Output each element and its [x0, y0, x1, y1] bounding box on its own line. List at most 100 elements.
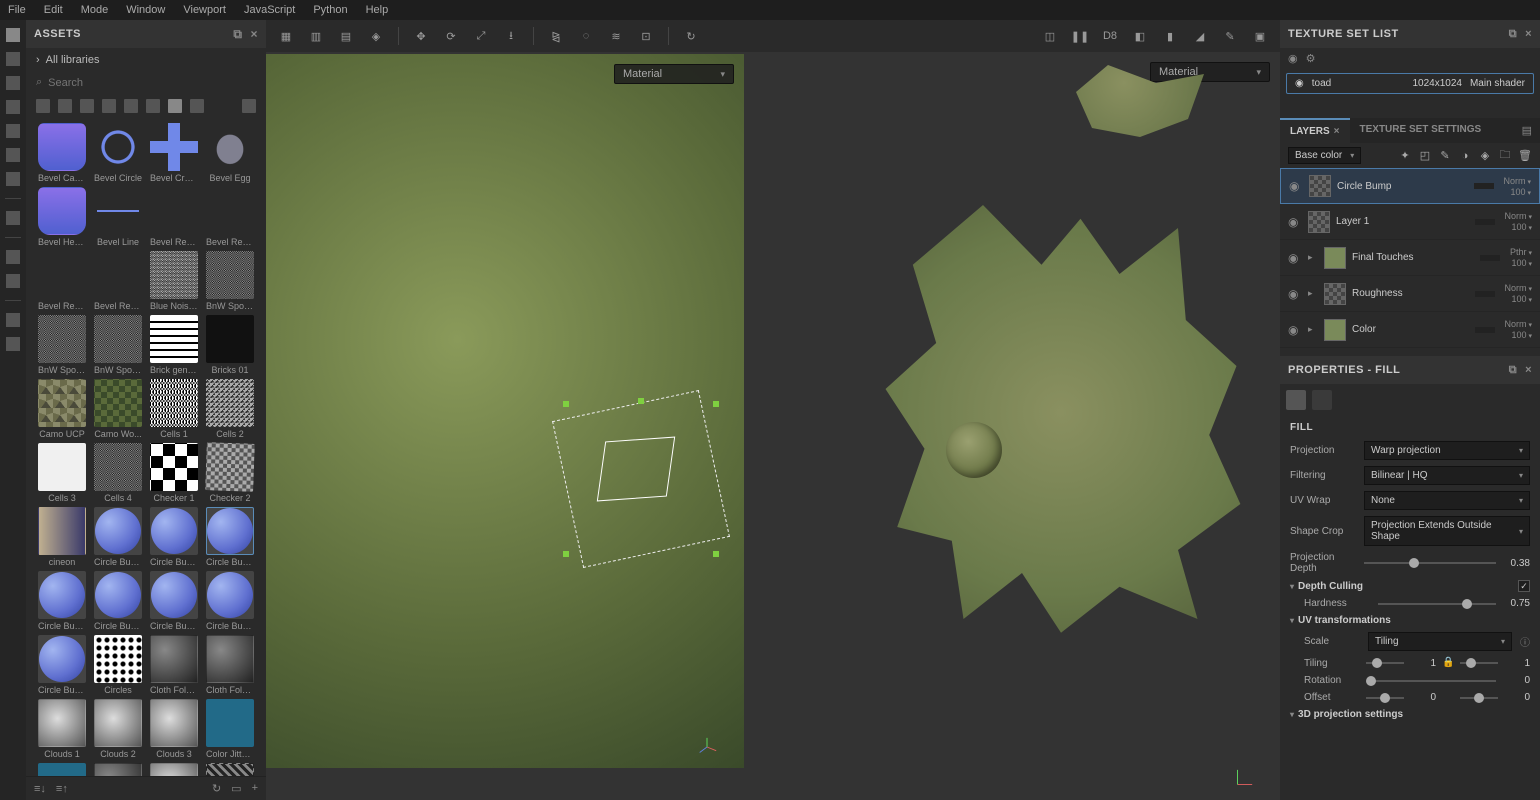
- toolbar-symmetry-icon[interactable]: ⧎: [544, 24, 568, 48]
- layer-visibility-icon[interactable]: ◉: [1288, 323, 1302, 337]
- eraser-tool-icon[interactable]: [6, 52, 20, 66]
- layer-visibility-icon[interactable]: ◉: [1289, 179, 1303, 193]
- layer-addfill-icon[interactable]: ✎: [1438, 149, 1452, 163]
- layer-row[interactable]: ◉Circle BumpNorm100: [1280, 168, 1540, 204]
- ts-settings-icon[interactable]: ⚙: [1306, 52, 1316, 65]
- assets-search-input[interactable]: [48, 77, 256, 89]
- asset-item[interactable]: Circle Bum...: [37, 571, 87, 631]
- filtering-select[interactable]: Bilinear | HQ: [1364, 466, 1530, 485]
- view-grid-icon[interactable]: [242, 99, 256, 113]
- tiling-y-slider[interactable]: [1460, 662, 1498, 664]
- assets-expand-icon[interactable]: ≡↑: [56, 783, 68, 795]
- layer-blend-mode[interactable]: Norm: [1505, 211, 1532, 221]
- offset-y-slider[interactable]: [1460, 697, 1498, 699]
- layer-blend-mode[interactable]: Norm: [1505, 283, 1532, 293]
- toolbar-camera-icon[interactable]: ▮: [1158, 24, 1182, 48]
- uvtransformations-toggle[interactable]: UV transformations: [1290, 615, 1530, 626]
- toolbar-mode-1-icon[interactable]: ▦: [274, 24, 298, 48]
- ts-resolution[interactable]: 1024x1024: [1412, 78, 1462, 89]
- textureset-undock-icon[interactable]: ⧉: [1509, 28, 1517, 41]
- layer-opacity[interactable]: 100: [1512, 258, 1533, 268]
- asset-item[interactable]: Cloth Fold...: [149, 635, 199, 695]
- material-picker-icon[interactable]: [6, 172, 20, 186]
- tab-layers-close-icon[interactable]: ×: [1334, 126, 1340, 137]
- projection-select[interactable]: Warp projection: [1364, 441, 1530, 460]
- layer-row[interactable]: ◉Layer 1Norm100: [1280, 204, 1540, 240]
- projection3d-toggle[interactable]: 3D projection settings: [1290, 709, 1530, 720]
- viewport-3d[interactable]: Material: [266, 54, 744, 768]
- folder-icon[interactable]: ▸: [1308, 252, 1318, 263]
- asset-item[interactable]: Bevel Circle: [93, 123, 143, 183]
- asset-item[interactable]: Circles: [93, 635, 143, 695]
- asset-item[interactable]: [93, 763, 143, 776]
- asset-item[interactable]: Clouds 2: [93, 699, 143, 759]
- asset-item[interactable]: Clouds 3: [149, 699, 199, 759]
- toolbar-lazy-icon[interactable]: ≋: [604, 24, 628, 48]
- asset-item[interactable]: Circle Butt...: [149, 571, 199, 631]
- filter-smartmat-icon[interactable]: [58, 99, 72, 113]
- toolbar-bake-icon[interactable]: ↻: [679, 24, 703, 48]
- filter-env-icon[interactable]: [190, 99, 204, 113]
- menu-mode[interactable]: Mode: [81, 4, 109, 16]
- asset-item[interactable]: Circle Bump: [93, 507, 143, 567]
- props-tab-fill-icon[interactable]: [1286, 390, 1306, 410]
- depthculling-checkbox[interactable]: ✓: [1518, 580, 1530, 592]
- asset-item[interactable]: BnW Spots 2: [37, 315, 87, 375]
- asset-item[interactable]: Bevel Rect...: [205, 187, 255, 247]
- toolbar-mode-3-icon[interactable]: ▤: [334, 24, 358, 48]
- uvwrap-select[interactable]: None: [1364, 491, 1530, 510]
- toolbar-screenshot-icon[interactable]: ▣: [1248, 24, 1272, 48]
- toolbar-rotate-icon[interactable]: ⟳: [439, 24, 463, 48]
- resource-tool-2-icon[interactable]: [6, 274, 20, 288]
- hardness-value[interactable]: 0.75: [1504, 598, 1530, 609]
- tab-textureset-settings[interactable]: TEXTURE SET SETTINGS: [1350, 118, 1492, 143]
- resource-tool-3-icon[interactable]: [6, 313, 20, 327]
- assets-search[interactable]: ⌕: [26, 72, 266, 93]
- layer-visibility-icon[interactable]: ◉: [1288, 287, 1302, 301]
- asset-item[interactable]: Camo UCP: [37, 379, 87, 439]
- toolbar-scale-icon[interactable]: ⤢: [469, 24, 493, 48]
- depthculling-toggle[interactable]: Depth Culling: [1290, 581, 1363, 592]
- asset-item[interactable]: Bricks 01: [205, 315, 255, 375]
- menu-javascript[interactable]: JavaScript: [244, 4, 295, 16]
- toolbar-d8-label[interactable]: D8: [1098, 24, 1122, 48]
- rotation-slider[interactable]: [1368, 680, 1496, 682]
- menu-bar[interactable]: FileEditModeWindowViewportJavaScriptPyth…: [0, 0, 1540, 20]
- channel-select[interactable]: Base color: [1288, 147, 1361, 164]
- layer-blend-mode[interactable]: Pthr: [1510, 247, 1532, 257]
- layer-addeffect-icon[interactable]: ✦: [1398, 149, 1412, 163]
- asset-item[interactable]: Circle Bum...: [205, 507, 255, 567]
- filter-brush-icon[interactable]: [124, 99, 138, 113]
- folder-icon[interactable]: ▸: [1308, 324, 1318, 335]
- asset-item[interactable]: [37, 763, 87, 776]
- asset-item[interactable]: Bevel Line: [93, 187, 143, 247]
- asset-item[interactable]: Blue Noise...: [149, 251, 199, 311]
- projdepth-value[interactable]: 0.38: [1504, 558, 1530, 569]
- layer-opacity[interactable]: 100: [1512, 330, 1533, 340]
- asset-item[interactable]: Bevel Rect...: [93, 251, 143, 311]
- clone-tool-icon[interactable]: [6, 148, 20, 162]
- asset-item[interactable]: Circle Butt...: [37, 635, 87, 695]
- toolbar-display-icon[interactable]: ◢: [1188, 24, 1212, 48]
- toolbar-iray-icon[interactable]: ◫: [1038, 24, 1062, 48]
- asset-item[interactable]: Bevel Rect...: [149, 187, 199, 247]
- folder-icon[interactable]: ▸: [1308, 288, 1318, 299]
- shapecrop-select[interactable]: Projection Extends Outside Shape: [1364, 516, 1530, 546]
- filter-texture-icon[interactable]: [168, 99, 182, 113]
- projection-tool-icon[interactable]: [6, 76, 20, 90]
- layer-addadjust-icon[interactable]: ◑: [1458, 149, 1472, 163]
- asset-item[interactable]: Brick gene...: [149, 315, 199, 375]
- axis-gizmo-2d[interactable]: [1232, 768, 1254, 790]
- layer-blend-mode[interactable]: Norm: [1504, 176, 1531, 186]
- layer-visibility-icon[interactable]: ◉: [1288, 215, 1302, 229]
- viewport-3d-mode-dropdown[interactable]: Material: [614, 64, 734, 84]
- asset-item[interactable]: Cells 4: [93, 443, 143, 503]
- polygon-fill-icon[interactable]: [6, 211, 20, 225]
- asset-item[interactable]: Bevel Rect...: [37, 251, 87, 311]
- assets-import-icon[interactable]: ▭: [231, 782, 241, 795]
- textureset-row[interactable]: ◉ toad 1024x1024 Main shader: [1286, 73, 1534, 94]
- assets-close-icon[interactable]: ×: [250, 27, 258, 42]
- layer-opacity[interactable]: 100: [1512, 294, 1533, 304]
- projdepth-slider[interactable]: [1364, 562, 1496, 564]
- asset-item[interactable]: BnW Spots 3: [93, 315, 143, 375]
